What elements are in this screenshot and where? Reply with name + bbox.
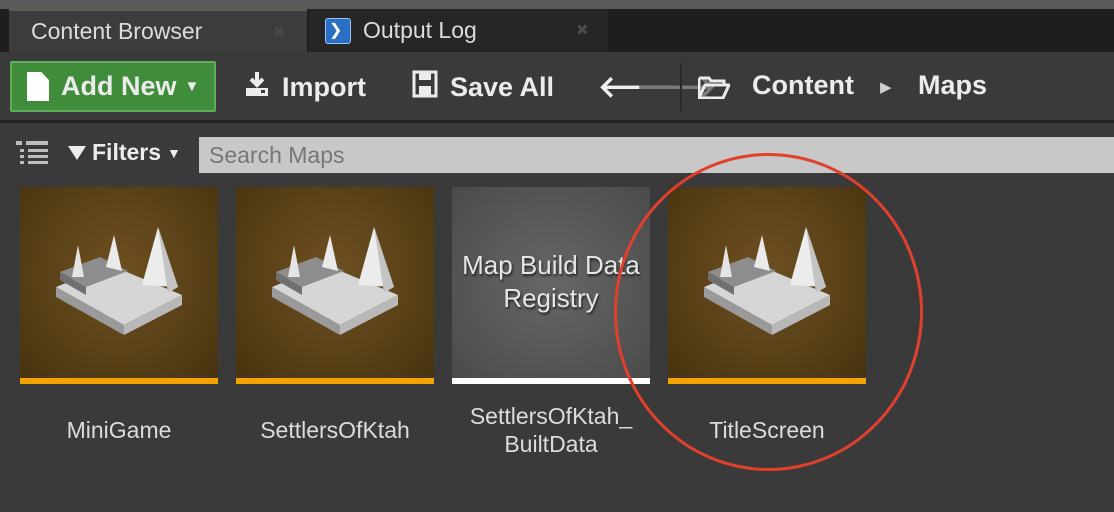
save-all-button[interactable]: Save All [412, 70, 554, 105]
import-button[interactable]: Import [244, 70, 366, 105]
document-icon [27, 72, 49, 101]
import-label: Import [282, 72, 366, 102]
asset-type-bar [20, 378, 218, 384]
list-view-icon[interactable] [16, 139, 48, 167]
close-icon[interactable]: ✖ [273, 23, 286, 41]
asset-tile-settlersofktah[interactable] [236, 187, 434, 384]
map-thumbnail [236, 187, 434, 378]
asset-tile-minigame[interactable] [20, 187, 218, 384]
folder-open-icon[interactable] [697, 75, 731, 100]
breadcrumb-item-maps[interactable]: Maps [918, 70, 987, 101]
filter-bar: Filters ▼ [0, 123, 1114, 183]
save-icon [412, 70, 438, 105]
content-browser-toolbar: Add New ▼ Import Save All 🡐 🡒 Content ▶ … [0, 52, 1114, 120]
toolbar-divider [680, 63, 682, 111]
chevron-down-icon: ▼ [167, 144, 181, 161]
asset-type-bar [236, 378, 434, 384]
map-thumbnail [20, 187, 218, 378]
filters-label: Filters [92, 139, 162, 165]
download-icon [244, 70, 270, 105]
highlight-circle-annotation [614, 153, 923, 471]
breadcrumb-item-content[interactable]: Content [752, 70, 854, 101]
search-input[interactable] [199, 137, 1114, 173]
tab-content-browser[interactable]: Content Browser ✖ [9, 9, 307, 52]
asset-name: SettlersOfKtah_ BuiltData [469, 403, 633, 457]
add-new-label: Add New [61, 71, 177, 101]
level-icon [56, 227, 182, 335]
tab-label: Content Browser [31, 18, 203, 44]
tab-label: Output Log [363, 17, 477, 43]
terminal-icon [325, 17, 351, 44]
close-icon[interactable]: ✖ [576, 21, 589, 39]
asset-name: SettlersOfKtah [260, 417, 410, 443]
window-top-strip [0, 0, 1114, 9]
asset-name: MiniGame [66, 417, 172, 443]
add-new-button[interactable]: Add New ▼ [10, 61, 216, 112]
level-icon [272, 227, 398, 335]
save-all-label: Save All [450, 72, 555, 102]
tab-output-log[interactable]: Output Log ✖ [309, 9, 608, 52]
filter-icon [68, 145, 86, 160]
filters-button[interactable]: Filters ▼ [68, 139, 181, 166]
asset-type-bar [452, 378, 650, 384]
chevron-right-icon[interactable]: ▶ [880, 78, 892, 96]
chevron-down-icon: ▼ [184, 78, 200, 95]
